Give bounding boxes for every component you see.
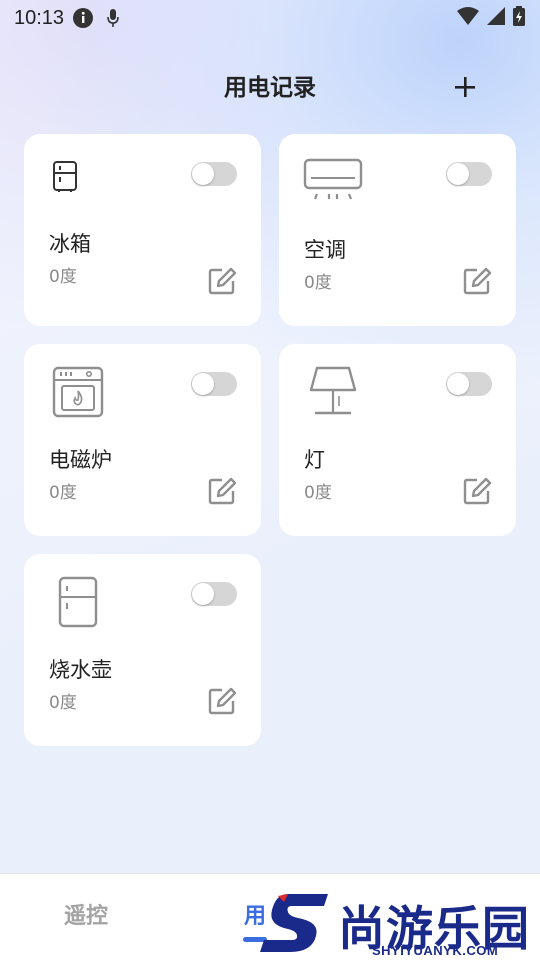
device-card-induction-cooker[interactable]: 电磁炉 0度 <box>24 344 261 536</box>
signal-icon <box>486 6 506 30</box>
device-card-fridge[interactable]: 冰箱 0度 <box>24 134 261 326</box>
logo-s-icon <box>260 894 328 952</box>
toggle-knob <box>447 373 469 395</box>
device-name: 灯 <box>304 448 325 472</box>
edit-button[interactable] <box>207 476 237 506</box>
wifi-icon <box>456 6 480 30</box>
power-toggle[interactable] <box>191 372 237 396</box>
status-bar: 10:13 <box>0 0 540 36</box>
add-device-button[interactable] <box>450 72 480 102</box>
watermark-url: SHYIYUANYK.COM <box>372 943 499 958</box>
edit-button[interactable] <box>207 686 237 716</box>
device-card-lamp[interactable]: 灯 0度 <box>279 344 516 536</box>
edit-button[interactable] <box>462 476 492 506</box>
power-toggle[interactable] <box>191 582 237 606</box>
info-icon <box>72 7 94 29</box>
status-time: 10:13 <box>14 6 65 29</box>
edit-icon <box>208 687 237 715</box>
edit-icon <box>208 477 237 505</box>
power-toggle[interactable] <box>446 372 492 396</box>
edit-icon <box>463 477 492 505</box>
power-toggle[interactable] <box>446 162 492 186</box>
mic-icon <box>106 8 120 28</box>
device-usage: 0度 <box>304 273 332 293</box>
device-usage: 0度 <box>304 483 332 503</box>
battery-icon <box>512 5 526 31</box>
device-usage: 0度 <box>49 267 77 287</box>
device-card-air-conditioner[interactable]: 空调 0度 <box>279 134 516 326</box>
air-conditioner-icon <box>303 158 363 206</box>
lamp-icon <box>309 366 357 422</box>
toggle-knob <box>447 163 469 185</box>
toggle-knob <box>192 373 214 395</box>
toggle-knob <box>192 583 214 605</box>
edit-icon <box>463 267 492 295</box>
device-usage: 0度 <box>49 693 77 713</box>
plus-icon <box>455 77 475 97</box>
watermark-logo: 尚游乐园 SHYIYUANYK.COM <box>258 890 540 960</box>
device-name: 空调 <box>304 238 346 262</box>
device-name: 烧水壶 <box>49 658 112 682</box>
edit-button[interactable] <box>207 266 237 296</box>
device-usage: 0度 <box>49 483 77 503</box>
tab-remote[interactable]: 遥控 <box>64 898 108 930</box>
toggle-knob <box>192 163 214 185</box>
edit-button[interactable] <box>462 266 492 296</box>
fridge-icon <box>52 160 78 196</box>
page-header: 用电记录 <box>0 62 540 112</box>
edit-icon <box>208 267 237 295</box>
device-name: 冰箱 <box>49 232 91 256</box>
kettle-icon <box>58 576 98 632</box>
device-card-kettle[interactable]: 烧水壶 0度 <box>24 554 261 746</box>
induction-cooker-icon <box>52 366 104 422</box>
power-toggle[interactable] <box>191 162 237 186</box>
device-name: 电磁炉 <box>49 448 112 472</box>
